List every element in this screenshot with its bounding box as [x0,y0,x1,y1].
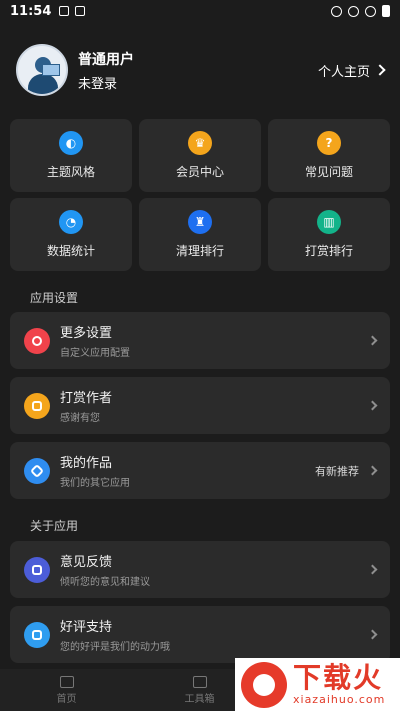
tile-label: 数据统计 [46,244,95,258]
personal-homepage-label: 个人主页 [317,64,370,80]
status-bar: 11:54 [0,0,400,22]
chevron-right-icon [367,400,378,411]
wifi-icon [365,5,376,17]
chevron-right-icon [367,465,378,476]
row-subtitle: 您的好评是我们的动力哦 [60,642,170,653]
row-rate-support[interactable]: 好评支持 您的好评是我们的动力哦 [10,606,390,663]
row-my-works[interactable]: 我的作品 我们的其它应用 有新推荐 [10,442,390,499]
row-more-settings[interactable]: 更多设置 自定义应用配置 [10,312,390,369]
row-title: 更多设置 [60,326,113,341]
row-text: 我的作品 我们的其它应用 [60,452,130,489]
row-text: 打赏作者 感谢有您 [60,387,112,424]
bar-ranking-icon: ▥ [317,210,341,234]
home-icon [59,675,74,688]
new-recommendation-badge: 有新推荐 [315,464,359,478]
row-text: 更多设置 自定义应用配置 [60,322,130,359]
row-subtitle: 我们的其它应用 [60,478,130,489]
edit-feedback-icon [24,556,50,583]
login-status: 未登录 [78,76,118,92]
tile-label: 清理排行 [175,244,224,258]
chevron-right-icon [367,629,378,640]
palette-icon: ◐ [59,131,83,155]
layers-icon [24,457,50,484]
tile-cleanup-ranking[interactable]: ♜ 清理排行 [139,198,261,271]
section-title-about-app: 关于应用 [30,519,79,533]
mute-icon [331,5,342,17]
settings-gear-icon [24,327,50,354]
chevron-right-icon [374,64,386,76]
toolbox-icon [192,675,207,688]
crown-icon: ♛ [188,131,212,155]
profile-header[interactable]: 普通用户 未登录 个人主页 [16,44,386,96]
row-text: 好评支持 您的好评是我们的动力哦 [60,616,170,653]
font-notification-icon [75,6,86,16]
watermark-text: 下载火 xiazaihuo.com [293,661,386,707]
tile-member-center[interactable]: ♛ 会员中心 [139,119,261,192]
tile-label: 主题风格 [46,165,95,179]
row-tip-author[interactable]: 打赏作者 感谢有您 [10,377,390,434]
user-name: 普通用户 [78,51,134,68]
row-feedback[interactable]: 意见反馈 倾听您的意见和建议 [10,541,390,598]
dnd-icon [348,5,359,17]
tile-tip-ranking[interactable]: ▥ 打赏排行 [268,198,390,271]
chevron-right-icon [367,335,378,346]
watermark-title: 下载火 [293,661,384,694]
feature-grid: ◐ 主题风格 ♛ 会员中心 ? 常见问题 ◔ 数据统计 ♜ 清理排行 ▥ 打赏排… [10,119,390,271]
status-time: 11:54 [10,3,52,19]
watermark-logo: 下载火 xiazaihuo.com [235,658,400,711]
tab-home[interactable]: 首页 [0,675,133,705]
row-title: 打赏作者 [60,391,113,406]
flame-logo-icon [241,661,287,708]
pie-chart-icon: ◔ [59,210,83,234]
tile-data-statistics[interactable]: ◔ 数据统计 [10,198,132,271]
tab-label: 工具箱 [184,693,215,705]
row-subtitle: 倾听您的意见和建议 [60,577,150,588]
tile-faq[interactable]: ? 常见问题 [268,119,390,192]
personal-homepage-link[interactable]: 个人主页 [317,61,386,80]
money-bag-icon [24,392,50,419]
section-title-app-settings: 应用设置 [30,291,79,305]
avatar[interactable] [16,44,68,96]
thumbs-up-icon [24,621,50,648]
chevron-right-icon [367,564,378,575]
watermark-url: xiazaihuo.com [293,693,386,706]
row-subtitle: 感谢有您 [60,413,100,424]
row-text: 意见反馈 倾听您的意见和建议 [60,551,150,588]
gallery-notification-icon [59,6,70,16]
battery-icon [382,5,390,17]
tile-label: 常见问题 [304,165,353,179]
row-title: 我的作品 [60,456,113,471]
status-icons [331,5,390,17]
tile-label: 会员中心 [175,165,224,179]
tile-label: 打赏排行 [304,244,353,258]
question-chat-icon: ? [317,131,341,155]
row-title: 意见反馈 [60,555,113,570]
tab-label: 首页 [56,693,77,705]
row-title: 好评支持 [60,620,113,635]
row-subtitle: 自定义应用配置 [60,348,130,359]
profile-info: 普通用户 未登录 [78,49,134,92]
trophy-icon: ♜ [188,210,212,234]
tile-theme-style[interactable]: ◐ 主题风格 [10,119,132,192]
